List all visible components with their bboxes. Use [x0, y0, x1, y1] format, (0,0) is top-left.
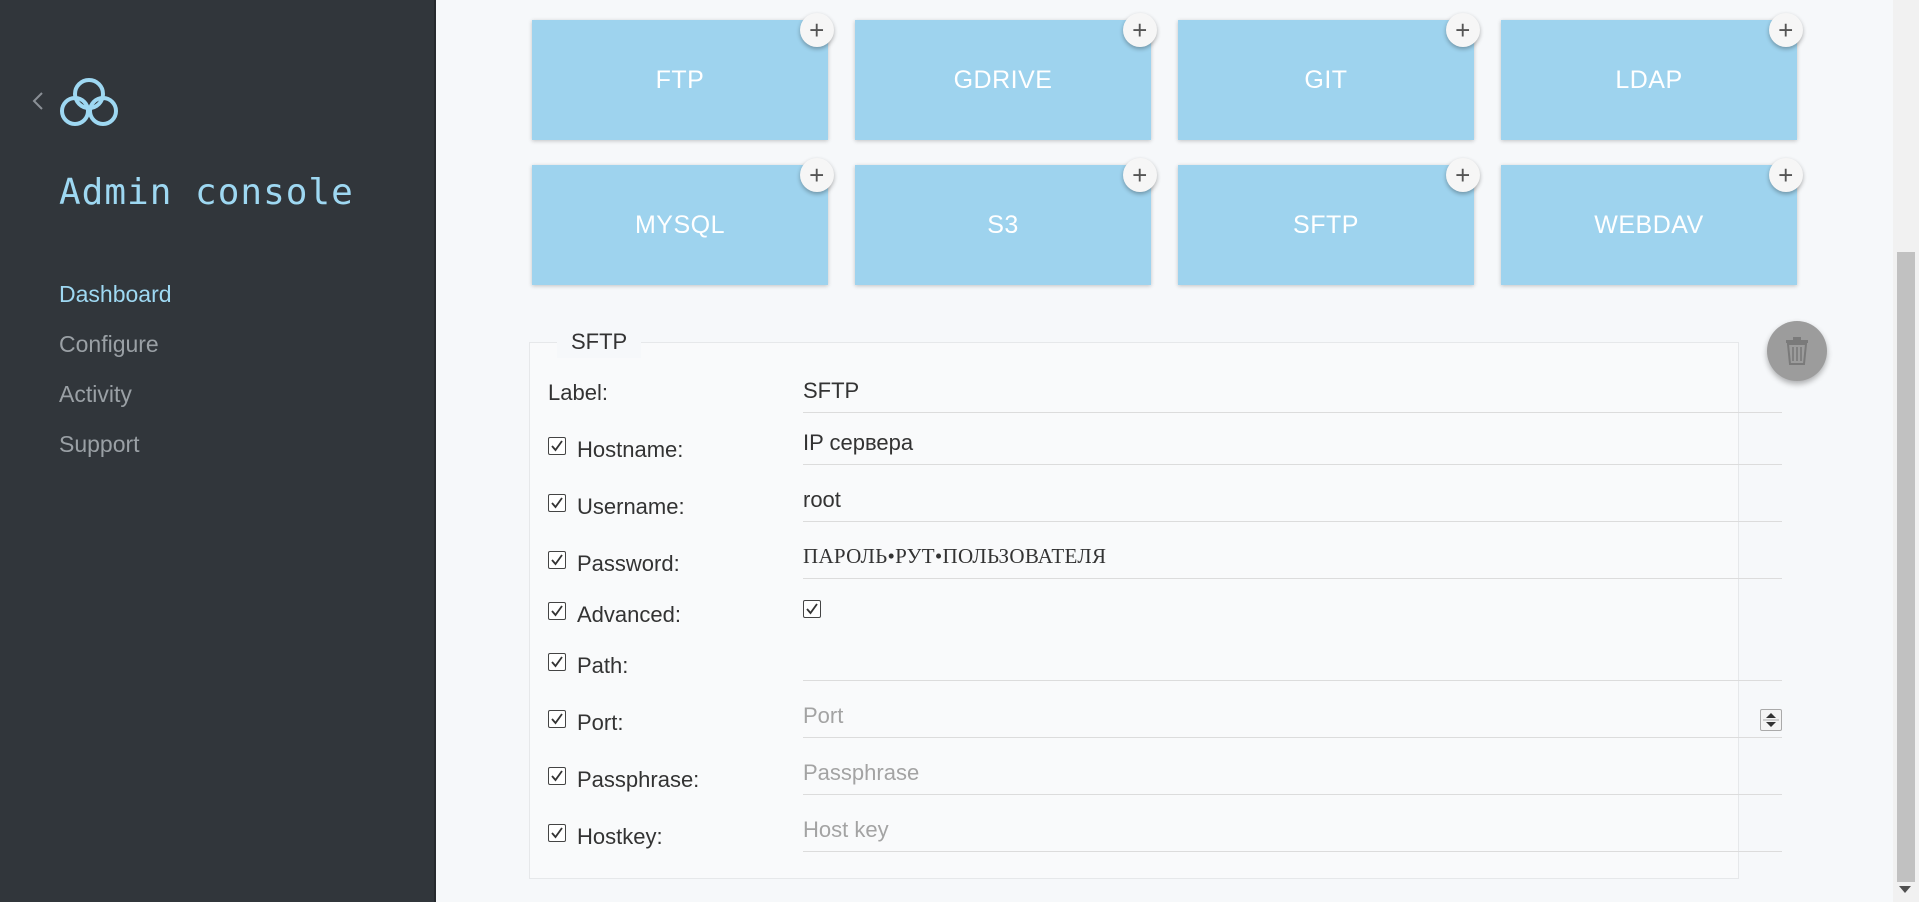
plus-icon[interactable]: + [1123, 158, 1157, 192]
page-scrollbar[interactable] [1893, 0, 1919, 902]
form-row-advanced: Advanced: [548, 596, 1718, 646]
nav-item-activity[interactable]: Activity [59, 376, 172, 426]
scroll-down-icon[interactable] [1899, 886, 1911, 893]
console-title: Admin console [59, 172, 354, 213]
hostname-input[interactable]: IP сервера [803, 426, 1782, 465]
chevron-left-icon[interactable] [28, 88, 48, 114]
field-label: Passphrase: [577, 767, 700, 792]
username-enable-checkbox[interactable] [548, 494, 566, 512]
backend-tile-mysql[interactable]: MYSQL + [532, 158, 834, 285]
backend-tile-s3[interactable]: S3 + [855, 158, 1157, 285]
field-label: Username: [577, 494, 685, 519]
nav-item-dashboard[interactable]: Dashboard [59, 276, 172, 326]
port-stepper[interactable] [1760, 709, 1782, 731]
backend-tile-ldap[interactable]: LDAP + [1501, 13, 1803, 140]
passphrase-enable-checkbox[interactable] [548, 767, 566, 785]
nav-item-configure[interactable]: Configure [59, 326, 172, 376]
sidebar-nav: Dashboard Configure Activity Support [59, 276, 172, 476]
hostkey-input[interactable]: Host key [803, 813, 1782, 852]
backend-tile-label: MYSQL [634, 210, 726, 239]
path-enable-checkbox[interactable] [548, 653, 566, 671]
form-row-port: Port: Port [548, 703, 1782, 754]
delete-backend-button[interactable] [1767, 321, 1827, 381]
backend-tile-label: SFTP [1293, 210, 1359, 239]
form-legend: SFTP [557, 326, 642, 358]
field-label: Label: [548, 380, 608, 405]
advanced-enable-checkbox[interactable] [548, 602, 566, 620]
form-row-label: Label: SFTP [548, 374, 1782, 424]
checkmark-icon [806, 603, 818, 615]
field-label: Advanced: [577, 602, 681, 627]
backend-tile-gdrive[interactable]: GDRIVE + [855, 13, 1157, 140]
field-label: Hostkey: [577, 824, 663, 849]
label-input[interactable]: SFTP [803, 374, 1782, 413]
hostname-enable-checkbox[interactable] [548, 437, 566, 455]
password-enable-checkbox[interactable] [548, 551, 566, 569]
form-row-username: Username: root [548, 487, 1782, 538]
plus-icon[interactable]: + [1123, 13, 1157, 47]
plus-icon[interactable]: + [1769, 158, 1803, 192]
sidebar: Admin console Dashboard Configure Activi… [0, 0, 436, 902]
backend-tile-label: WEBDAV [1594, 210, 1704, 239]
backend-tile-label: GDRIVE [953, 65, 1053, 94]
port-input[interactable]: Port [803, 699, 1782, 738]
checkmark-icon [551, 497, 563, 509]
password-input[interactable]: ПАРОЛЬ•РУТ•ПОЛЬЗОВАТЕЛЯ [803, 540, 1782, 579]
field-label: Hostname: [577, 437, 684, 462]
backend-tile-label: LDAP [1615, 65, 1683, 94]
main-content: FTP + GDRIVE + GIT + LDAP + MYSQL + S3 +… [436, 0, 1893, 902]
backend-tile-webdav[interactable]: WEBDAV + [1501, 158, 1803, 285]
checkmark-icon [551, 605, 563, 617]
form-row-passphrase: Passphrase: Passphrase [548, 760, 1782, 811]
form-row-hostkey: Hostkey: Host key [548, 817, 1782, 868]
scrollbar-thumb[interactable] [1897, 252, 1915, 882]
plus-icon[interactable]: + [1769, 13, 1803, 47]
passphrase-input[interactable]: Passphrase [803, 756, 1782, 795]
nav-item-support[interactable]: Support [59, 426, 172, 476]
field-label: Port: [577, 710, 624, 735]
checkmark-icon [551, 554, 563, 566]
checkmark-icon [551, 770, 563, 782]
backend-tile-label: GIT [1304, 65, 1348, 94]
form-row-path: Path: [548, 647, 1782, 697]
plus-icon[interactable]: + [800, 158, 834, 192]
cloud-logo-icon [60, 78, 118, 126]
trash-icon [1786, 337, 1808, 365]
advanced-value-checkbox[interactable] [803, 600, 821, 618]
checkmark-icon [551, 713, 563, 725]
backend-tile-ftp[interactable]: FTP + [532, 13, 834, 140]
field-label: Password: [577, 551, 680, 576]
plus-icon[interactable]: + [1446, 13, 1480, 47]
backend-tile-label: FTP [655, 65, 705, 94]
backend-tile-sftp[interactable]: SFTP + [1178, 158, 1480, 285]
checkmark-icon [551, 440, 563, 452]
hostkey-enable-checkbox[interactable] [548, 824, 566, 842]
checkmark-icon [551, 827, 563, 839]
checkmark-icon [551, 656, 563, 668]
port-enable-checkbox[interactable] [548, 710, 566, 728]
username-input[interactable]: root [803, 483, 1782, 522]
backend-tile-git[interactable]: GIT + [1178, 13, 1480, 140]
backend-tile-label: S3 [987, 210, 1019, 239]
path-input[interactable] [803, 642, 1782, 681]
form-row-hostname: Hostname: IP сервера [548, 430, 1782, 481]
plus-icon[interactable]: + [800, 13, 834, 47]
stepper-arrows-icon [1763, 713, 1779, 727]
form-row-password: Password: ПАРОЛЬ•РУТ•ПОЛЬЗОВАТЕЛЯ [548, 544, 1782, 595]
plus-icon[interactable]: + [1446, 158, 1480, 192]
field-label: Path: [577, 653, 629, 678]
